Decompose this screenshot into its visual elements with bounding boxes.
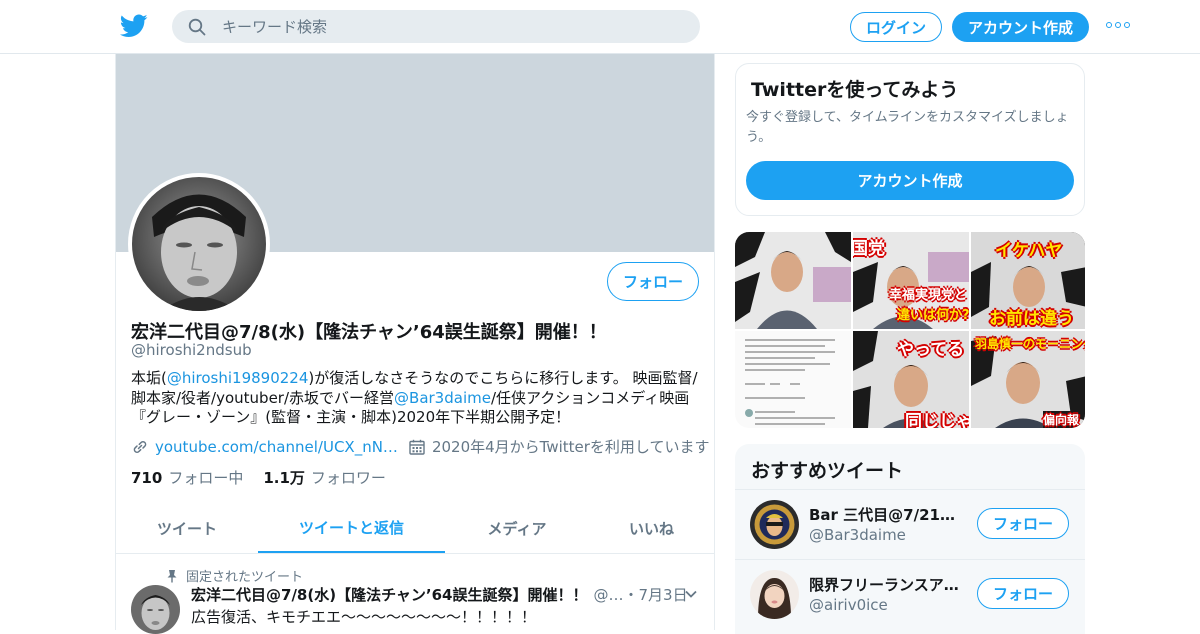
pinned-indicator: 固定されたツイート xyxy=(166,566,303,585)
recommended-handle[interactable]: @Bar3daime xyxy=(809,526,906,544)
bio-mention-link[interactable]: @hiroshi19890224 xyxy=(167,369,309,387)
search-input[interactable] xyxy=(222,10,682,43)
tweet-date[interactable]: ・7月3日 xyxy=(624,584,688,605)
tab-tweets-and-replies[interactable]: ツイートと返信 xyxy=(258,504,445,553)
followers-stat[interactable]: 1.1万 フォロワー xyxy=(263,467,386,488)
link-icon xyxy=(133,440,147,453)
media-thumbnail[interactable]: イケハヤ お前は違う xyxy=(971,232,1085,329)
profile-meta: youtube.com/channel/UCX_nN… 2020年4月からTwi… xyxy=(131,436,719,457)
profile-column: フォロー 宏洋二代目@7/8(水)【隆法チャン’64誤生誕祭】開催！！ @hir… xyxy=(115,54,715,634)
tweet-author-handle[interactable]: @… xyxy=(594,586,624,604)
tweet-text: 広告復活、キモチエエ〜〜〜〜〜〜〜〜！！！！！ xyxy=(191,608,537,626)
media-thumbnail[interactable] xyxy=(735,232,851,329)
recommended-title: おすすめツイート xyxy=(751,460,904,482)
tweet-author-name[interactable]: 宏洋二代目@7/8(水)【隆法チャン’64誤生誕祭】開催！！ xyxy=(191,584,588,605)
joined-date: 2020年4月からTwitterを利用しています xyxy=(431,438,710,456)
signup-card-description: 今すぐ登録して、タイムラインをカスタマイズしましょう。 xyxy=(746,110,1069,145)
search-bar[interactable] xyxy=(172,10,700,43)
search-icon xyxy=(188,18,206,36)
media-thumbnail[interactable]: 羽島慎一のモーニング 偏向報 xyxy=(971,331,1085,428)
profile-handle: @hiroshi2ndsub xyxy=(131,341,252,359)
media-gallery: 国党 幸福実現党と 違いは何か? イケハヤ お前は違う やってる 同じじゃ 羽島… xyxy=(735,232,1085,428)
following-stat[interactable]: 710 フォロー中 xyxy=(131,467,243,488)
signup-button[interactable]: アカウント作成 xyxy=(952,12,1089,42)
media-thumbnail[interactable]: やってる 同じじゃ xyxy=(853,331,969,428)
recommended-follow-button[interactable]: フォロー xyxy=(977,508,1069,539)
recommended-name[interactable]: 限界フリーランスア… xyxy=(809,574,959,595)
signup-card: Twitterを使ってみよう 今すぐ登録して、タイムラインをカスタマイズしましょ… xyxy=(735,63,1085,216)
login-button[interactable]: ログイン xyxy=(850,12,942,42)
chevron-down-icon[interactable] xyxy=(684,587,698,601)
tab-likes[interactable]: いいね xyxy=(589,504,714,553)
profile-stats: 710 フォロー中 1.1万 フォロワー xyxy=(131,467,386,488)
tweet-author-avatar[interactable] xyxy=(131,585,180,634)
profile-bio: 本垢(@hiroshi19890224)が復活しなさそうなのでこちらに移行します… xyxy=(131,369,698,426)
tab-tweets[interactable]: ツイート xyxy=(116,504,258,553)
recommended-handle[interactable]: @airiv0ice xyxy=(809,596,888,614)
pin-icon xyxy=(167,569,177,582)
recommended-avatar[interactable] xyxy=(750,570,799,619)
media-thumbnail[interactable] xyxy=(735,331,851,428)
signup-card-title: Twitterを使ってみよう xyxy=(751,79,959,101)
signup-card-button[interactable]: アカウント作成 xyxy=(746,161,1074,200)
recommended-item[interactable]: 限界フリーランスア… @airiv0ice フォロー xyxy=(735,559,1085,628)
tab-media[interactable]: メディア xyxy=(445,504,589,553)
profile-tabs: ツイート ツイートと返信 メディア いいね xyxy=(116,504,714,554)
top-navbar: ログイン アカウント作成 xyxy=(0,0,1200,54)
follow-button[interactable]: フォロー xyxy=(607,262,699,301)
recommended-panel: おすすめツイート Bar 三代目@7/21ポ… @Bar3daime フォロー xyxy=(735,444,1085,634)
recommended-item[interactable]: Bar 三代目@7/21ポ… @Bar3daime フォロー xyxy=(735,489,1085,558)
recommended-avatar[interactable] xyxy=(750,500,799,549)
tweet-header: 宏洋二代目@7/8(水)【隆法チャン’64誤生誕祭】開催！！ @… ・7月3日 xyxy=(191,584,688,605)
profile-website-link[interactable]: youtube.com/channel/UCX_nN… xyxy=(155,438,398,456)
recommended-follow-button[interactable]: フォロー xyxy=(977,578,1069,609)
calendar-icon xyxy=(409,439,425,455)
media-thumbnail[interactable]: 国党 幸福実現党と 違いは何か? xyxy=(853,232,969,329)
profile-avatar[interactable] xyxy=(128,173,270,315)
twitter-bird-icon[interactable] xyxy=(120,14,148,38)
more-options-icon[interactable] xyxy=(1106,22,1130,30)
bio-mention-link[interactable]: @Bar3daime xyxy=(394,389,491,407)
recommended-name[interactable]: Bar 三代目@7/21ポ… xyxy=(809,504,959,525)
